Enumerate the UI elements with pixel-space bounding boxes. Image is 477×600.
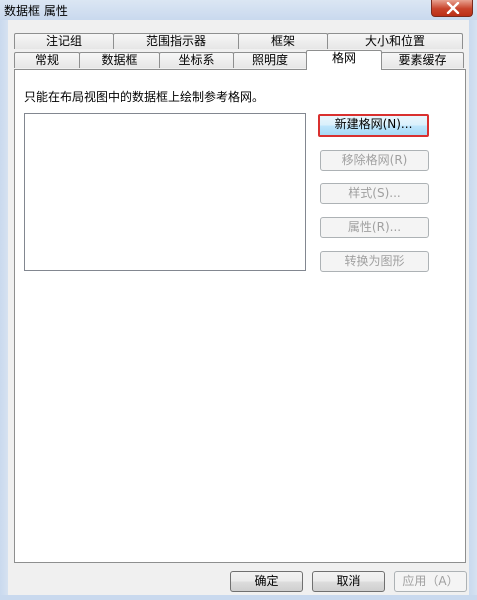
window-frame-bottom: [0, 595, 477, 600]
tab-illumination[interactable]: 照明度: [233, 52, 307, 68]
convert-to-graphics-button[interactable]: 转换为图形: [320, 251, 429, 272]
window-title: 数据框 属性: [4, 4, 68, 18]
window-frame-left: [0, 20, 8, 600]
tab-size-position[interactable]: 大小和位置: [327, 33, 463, 49]
cancel-button[interactable]: 取消: [312, 571, 385, 592]
tab-data-frame[interactable]: 数据框: [79, 52, 160, 68]
ok-button[interactable]: 确定: [230, 571, 303, 592]
close-icon: [446, 2, 460, 14]
title-bar: 数据框 属性: [0, 0, 477, 20]
grids-listbox[interactable]: [24, 113, 306, 271]
grids-hint-text: 只能在布局视图中的数据框上绘制参考格网。: [24, 90, 265, 104]
tab-grids[interactable]: 格网: [306, 50, 382, 70]
remove-grid-button[interactable]: 移除格网(R): [320, 150, 429, 171]
close-button[interactable]: [431, 0, 473, 17]
tab-frame[interactable]: 框架: [238, 33, 328, 49]
style-button[interactable]: 样式(S)...: [320, 183, 429, 204]
tab-coordinate-system[interactable]: 坐标系: [159, 52, 234, 68]
new-grid-button[interactable]: 新建格网(N)...: [318, 114, 429, 137]
tab-annotation-groups[interactable]: 注记组: [14, 33, 114, 49]
properties-button[interactable]: 属性(R)...: [320, 217, 429, 238]
tab-feature-cache[interactable]: 要素缓存: [381, 52, 464, 68]
window-frame-right: [469, 20, 477, 600]
tab-extent-indicators[interactable]: 范围指示器: [113, 33, 239, 49]
tab-general[interactable]: 常规: [14, 52, 80, 68]
apply-button[interactable]: 应用（A）: [394, 571, 467, 592]
